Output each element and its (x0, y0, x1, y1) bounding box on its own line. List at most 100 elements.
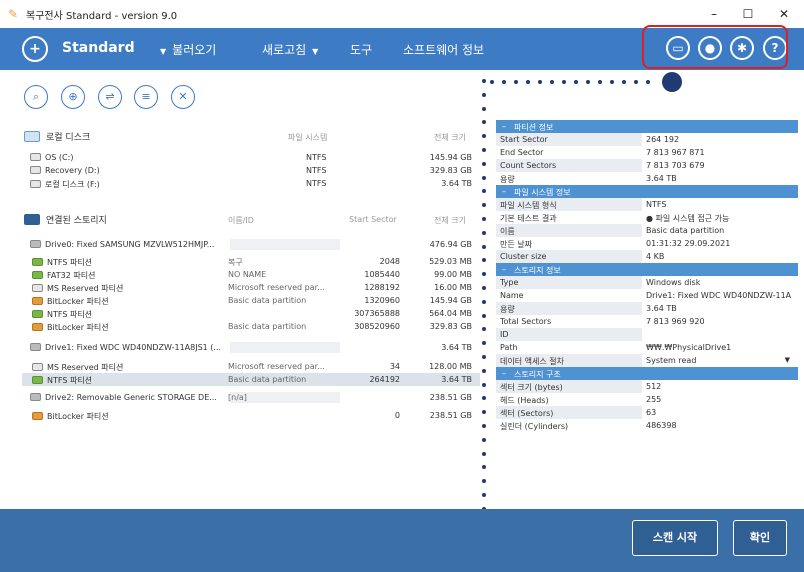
local-disk-row[interactable]: Recovery (D:) NTFS 329.83 GB (0, 164, 480, 177)
storage-size: 128.00 MB (429, 362, 472, 371)
fs-info-row: 기본 테스트 결과 ● 파일 시스템 접근 가능 (496, 211, 798, 224)
storage-name: Drive0: Fixed SAMSUNG MZVLW512HMJP... (30, 240, 230, 249)
detail-value: ● 파일 시스템 접근 가능 (646, 214, 730, 223)
dot (634, 80, 638, 84)
ok-button[interactable]: 확인 (733, 520, 787, 556)
search-action-button[interactable]: ⌕ (24, 85, 48, 109)
access-method-select[interactable]: 데이터 액세스 절차 System read ▼ (496, 354, 798, 367)
menu-refresh[interactable]: 새로고침 ▼ (262, 41, 324, 58)
app-icon: ✎ (8, 7, 19, 21)
partition-row[interactable]: FAT32 파티션 NO NAME 1085440 99.00 MB (22, 268, 480, 281)
edition-label: Standard (62, 40, 135, 56)
partition-info-row: 용량 3.64 TB (496, 172, 798, 185)
disk-fs: NTFS (306, 166, 327, 175)
partition-info-row: Start Sector 264 192 (496, 133, 798, 146)
maximize-button[interactable]: ☐ (730, 0, 766, 28)
partition-row[interactable]: BitLocker 파티션 Basic data partition 1320960… (22, 294, 480, 307)
menu-about[interactable]: 소프트웨어 정보 (403, 41, 484, 58)
storage-name: BitLocker 파티션 (32, 296, 232, 307)
storage-name: MS Reserved 파티션 (32, 362, 232, 373)
detail-key: Start Sector (500, 135, 548, 144)
dot (482, 437, 486, 442)
storage-heading: 연결된 스토리지 (24, 213, 107, 226)
partition-row[interactable]: NTFS 파티션 복구 2048 529.03 MB (22, 255, 480, 268)
storage-start-sector: 308520960 (354, 322, 400, 331)
local-disk-row[interactable]: OS (C:) NTFS 145.94 GB (0, 151, 480, 164)
partition-info-heading: – 파티션 정보 (496, 120, 798, 133)
storage-id: NO NAME (228, 270, 267, 279)
dot (482, 479, 486, 484)
storage-start-sector: 0 (394, 411, 400, 420)
detail-key: 실린더 (Cylinders) (500, 422, 569, 431)
minimize-button[interactable]: – (696, 0, 732, 28)
dot (562, 80, 566, 84)
dot (482, 382, 486, 387)
menu-tools[interactable]: 도구 (350, 41, 372, 58)
dot (482, 355, 486, 359)
detail-key: 이름 (500, 227, 515, 236)
disk-size: 145.94 GB (429, 153, 472, 162)
disk-fs: NTFS (306, 179, 327, 188)
detail-key: 기본 테스트 결과 (500, 214, 557, 223)
detail-key: 만든 날짜 (500, 240, 532, 249)
storage-name: NTFS 파티션 (32, 309, 232, 320)
storage-start-sector: 1085440 (364, 270, 400, 279)
dot (482, 148, 486, 152)
value-cell (642, 328, 798, 341)
partition-row[interactable]: MS Reserved 파티션 Microsoft reserved par...… (22, 360, 480, 373)
storage-id: Basic data partition (228, 322, 307, 331)
disk-size: 329.83 GB (429, 166, 472, 175)
dot (482, 230, 486, 235)
scan-start-button[interactable]: 스캔 시작 (632, 520, 718, 556)
close-window-button[interactable]: ✕ (766, 0, 802, 28)
partition-icon (32, 271, 43, 279)
drive-row[interactable]: Drive2: Removable Generic STORAGE DE...[… (22, 391, 480, 404)
dot (482, 410, 486, 415)
title-bar: ✎ 복구전사 Standard - version 9.0 – ☐ ✕ (0, 0, 804, 28)
close-action-button[interactable]: ✕ (171, 85, 195, 109)
storage-id: 복구 (228, 258, 243, 267)
dot (550, 80, 554, 84)
dot (482, 106, 486, 111)
mount-action-button[interactable]: ⇌ (98, 85, 122, 109)
storage-name: NTFS 파티션 (32, 375, 232, 386)
storage-id: Microsoft reserved par... (228, 283, 325, 292)
partition-info-row: End Sector 7 813 967 871 (496, 146, 798, 159)
detail-key: Count Sectors (500, 161, 557, 170)
drive-row[interactable]: Drive0: Fixed SAMSUNG MZVLW512HMJP... 476… (22, 238, 480, 251)
partition-row[interactable]: BitLocker 파티션 Basic data partition 3085209… (22, 320, 480, 333)
dot (482, 313, 486, 318)
window-title: 복구전사 Standard - version 9.0 (26, 10, 178, 22)
drive-usage-bar (230, 239, 340, 250)
storage-size: 145.94 GB (429, 296, 472, 305)
dot (482, 189, 486, 194)
detail-key: 섹터 (Sectors) (500, 409, 554, 418)
detail-value: NTFS (646, 200, 667, 209)
detail-value: ₩₩.₩PhysicalDrive1 (646, 343, 732, 352)
detail-key: Type (500, 278, 519, 287)
local-disk-row[interactable]: 로컬 디스크 (F:) NTFS 3.64 TB (0, 177, 480, 190)
storage-start-sector: 34 (389, 362, 400, 371)
list-action-button[interactable]: ≡ (134, 85, 158, 109)
dot (574, 80, 578, 84)
dot (610, 80, 614, 84)
menu-load[interactable]: ▼ 불러오기 (160, 41, 216, 58)
detail-value: Windows disk (646, 278, 701, 287)
head-dash: – (502, 265, 506, 274)
partition-icon (32, 284, 43, 292)
storage-structure-row: 섹터 (Sectors) 63 (496, 406, 798, 419)
detail-value: 3.64 TB (646, 304, 677, 313)
col-file-system: 파일 시스템 (288, 133, 328, 142)
dot (482, 272, 486, 277)
dot (482, 120, 486, 125)
chevron-down-icon[interactable]: ▼ (785, 356, 790, 364)
drive-row[interactable]: Drive1: Fixed WDC WD40NDZW-11A8JS1 (... 3… (22, 341, 480, 354)
partition-row[interactable]: BitLocker 파티션 0 238.51 GB (22, 409, 480, 422)
head-dash: – (502, 122, 506, 131)
detail-key: ID (500, 330, 509, 339)
dot (482, 396, 486, 401)
partition-row[interactable]: NTFS 파티션 Basic data partition 264192 3.64 T… (22, 373, 480, 386)
recover-action-button[interactable]: ⊕ (61, 85, 85, 109)
partition-row[interactable]: NTFS 파티션 307365888 564.04 MB (22, 307, 480, 320)
partition-row[interactable]: MS Reserved 파티션 Microsoft reserved par...… (22, 281, 480, 294)
